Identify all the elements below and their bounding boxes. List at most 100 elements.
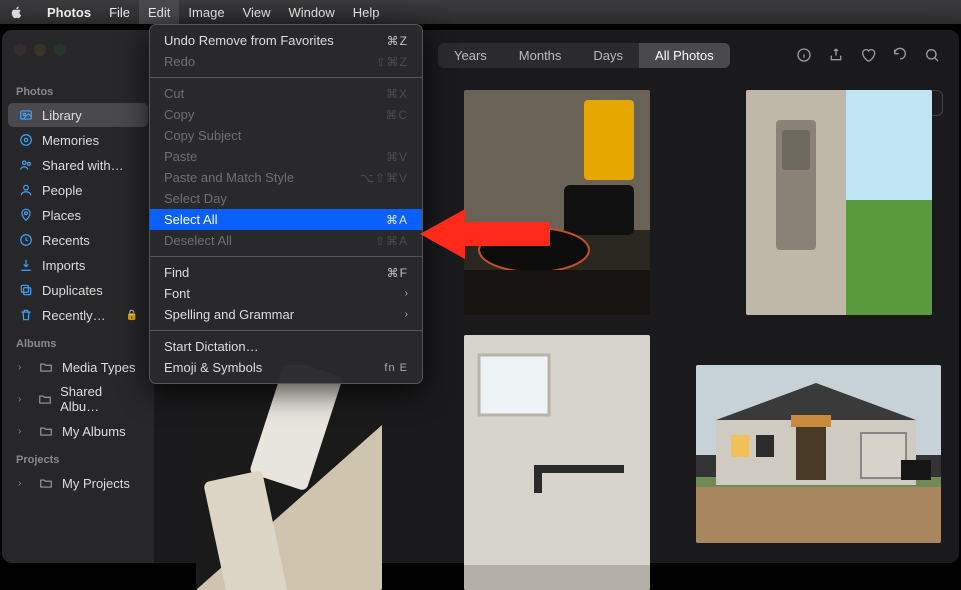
shortcut: ⌘A — [386, 213, 408, 227]
recents-icon — [18, 232, 34, 248]
photo-thumbnail[interactable] — [464, 90, 650, 315]
menu-label: Cut — [164, 86, 184, 101]
memories-icon — [18, 132, 34, 148]
photo-thumbnail[interactable] — [196, 365, 382, 590]
sidebar-section-albums: Albums — [2, 328, 154, 354]
menubar-item-edit[interactable]: Edit — [139, 0, 179, 24]
shortcut: ⌘X — [386, 87, 408, 101]
app-window: Photos Library Memories Shared with… Peo… — [2, 30, 959, 563]
photo-thumbnail[interactable] — [696, 365, 941, 543]
trash-icon — [18, 307, 34, 323]
sidebar-item-duplicates[interactable]: Duplicates — [8, 278, 148, 302]
sidebar-item-recents[interactable]: Recents — [8, 228, 148, 252]
menu-item-emoji[interactable]: Emoji & Symbolsfn E — [150, 357, 422, 378]
sidebar-item-people[interactable]: People — [8, 178, 148, 202]
sidebar-label: My Projects — [62, 476, 130, 491]
segment-years[interactable]: Years — [438, 43, 503, 68]
menu-label: Select Day — [164, 191, 227, 206]
menu-item-copy: Copy⌘C — [150, 104, 422, 125]
submenu-chevron-icon: › — [405, 288, 408, 299]
sidebar-label: Places — [42, 208, 81, 223]
menubar-item-view[interactable]: View — [234, 0, 280, 24]
imports-icon — [18, 257, 34, 273]
menu-label: Deselect All — [164, 233, 232, 248]
photo-thumbnail[interactable] — [464, 335, 650, 590]
sidebar-item-recently-deleted[interactable]: Recently… 🔒 — [8, 303, 148, 327]
system-menubar: Photos File Edit Image View Window Help — [0, 0, 961, 24]
people-icon — [18, 182, 34, 198]
menu-label: Spelling and Grammar — [164, 307, 294, 322]
sidebar-label: People — [42, 183, 82, 198]
sidebar-item-memories[interactable]: Memories — [8, 128, 148, 152]
lock-icon: 🔒 — [126, 310, 138, 321]
menu-item-select-all[interactable]: Select All ⌘A — [150, 209, 422, 230]
menu-label: Select All — [164, 212, 217, 227]
chevron-right-icon[interactable]: › — [18, 426, 28, 437]
folder-icon — [37, 391, 52, 407]
sidebar-item-media-types[interactable]: › Media Types — [8, 355, 148, 379]
shortcut: ⌘C — [385, 108, 408, 122]
menu-label: Paste and Match Style — [164, 170, 294, 185]
menubar-item-window[interactable]: Window — [280, 0, 344, 24]
share-icon[interactable] — [823, 42, 849, 68]
duplicates-icon — [18, 282, 34, 298]
edit-menu-dropdown: Undo Remove from Favorites⌘Z Redo⇧⌘Z Cut… — [149, 24, 423, 384]
sidebar-item-library[interactable]: Library — [8, 103, 148, 127]
sidebar-label: Media Types — [62, 360, 135, 375]
sidebar-item-places[interactable]: Places — [8, 203, 148, 227]
menu-label: Paste — [164, 149, 197, 164]
sidebar-label: Recents — [42, 233, 90, 248]
menu-item-deselect-all: Deselect All ⇧⌘A — [150, 230, 422, 251]
menubar-app-name[interactable]: Photos — [38, 0, 100, 24]
menu-separator — [150, 77, 422, 78]
sidebar-label: Duplicates — [42, 283, 103, 298]
chevron-right-icon[interactable]: › — [18, 362, 28, 373]
sidebar-label: Memories — [42, 133, 99, 148]
rotate-icon[interactable] — [887, 42, 913, 68]
menu-label: Emoji & Symbols — [164, 360, 262, 375]
shortcut: ⇧⌘A — [375, 234, 408, 248]
segment-all-photos[interactable]: All Photos — [639, 43, 730, 68]
menu-item-find[interactable]: Find⌘F — [150, 262, 422, 283]
sidebar-label: Shared with… — [42, 158, 124, 173]
sidebar-item-shared[interactable]: Shared with… — [8, 153, 148, 177]
apple-logo-icon[interactable] — [10, 5, 24, 19]
favorite-icon[interactable] — [855, 42, 881, 68]
shortcut: ⌘Z — [387, 34, 408, 48]
menu-item-undo[interactable]: Undo Remove from Favorites ⌘Z — [150, 30, 422, 51]
folder-icon — [38, 359, 54, 375]
menubar-item-help[interactable]: Help — [344, 0, 389, 24]
search-icon[interactable] — [919, 42, 945, 68]
shortcut: ⌘F — [387, 266, 408, 280]
sidebar-item-my-albums[interactable]: › My Albums — [8, 419, 148, 443]
menu-label: Undo Remove from Favorites — [164, 33, 334, 48]
shared-icon — [18, 157, 34, 173]
menu-item-select-day: Select Day — [150, 188, 422, 209]
folder-icon — [38, 475, 54, 491]
menubar-item-file[interactable]: File — [100, 0, 139, 24]
menu-label: Copy Subject — [164, 128, 241, 143]
view-segmented-control: Years Months Days All Photos — [438, 43, 730, 68]
segment-days[interactable]: Days — [577, 43, 639, 68]
photo-thumbnail[interactable] — [746, 90, 932, 315]
shortcut: ⌥⇧⌘V — [360, 171, 408, 185]
segment-months[interactable]: Months — [503, 43, 578, 68]
places-icon — [18, 207, 34, 223]
sidebar-item-imports[interactable]: Imports — [8, 253, 148, 277]
chevron-right-icon[interactable]: › — [18, 478, 28, 489]
menu-separator — [150, 256, 422, 257]
folder-icon — [38, 423, 54, 439]
sidebar-section-projects: Projects — [2, 444, 154, 470]
menu-item-font[interactable]: Font› — [150, 283, 422, 304]
menu-item-copy-subject: Copy Subject — [150, 125, 422, 146]
menubar-item-image[interactable]: Image — [179, 0, 233, 24]
sidebar-label: Library — [42, 108, 82, 123]
menu-item-paste: Paste⌘V — [150, 146, 422, 167]
sidebar-section-photos: Photos — [2, 76, 154, 102]
sidebar-item-my-projects[interactable]: › My Projects — [8, 471, 148, 495]
sidebar-item-shared-albums[interactable]: › Shared Albu… — [8, 380, 148, 418]
chevron-right-icon[interactable]: › — [18, 394, 27, 405]
info-icon[interactable] — [791, 42, 817, 68]
menu-item-spelling[interactable]: Spelling and Grammar› — [150, 304, 422, 325]
menu-item-dictation[interactable]: Start Dictation… — [150, 336, 422, 357]
